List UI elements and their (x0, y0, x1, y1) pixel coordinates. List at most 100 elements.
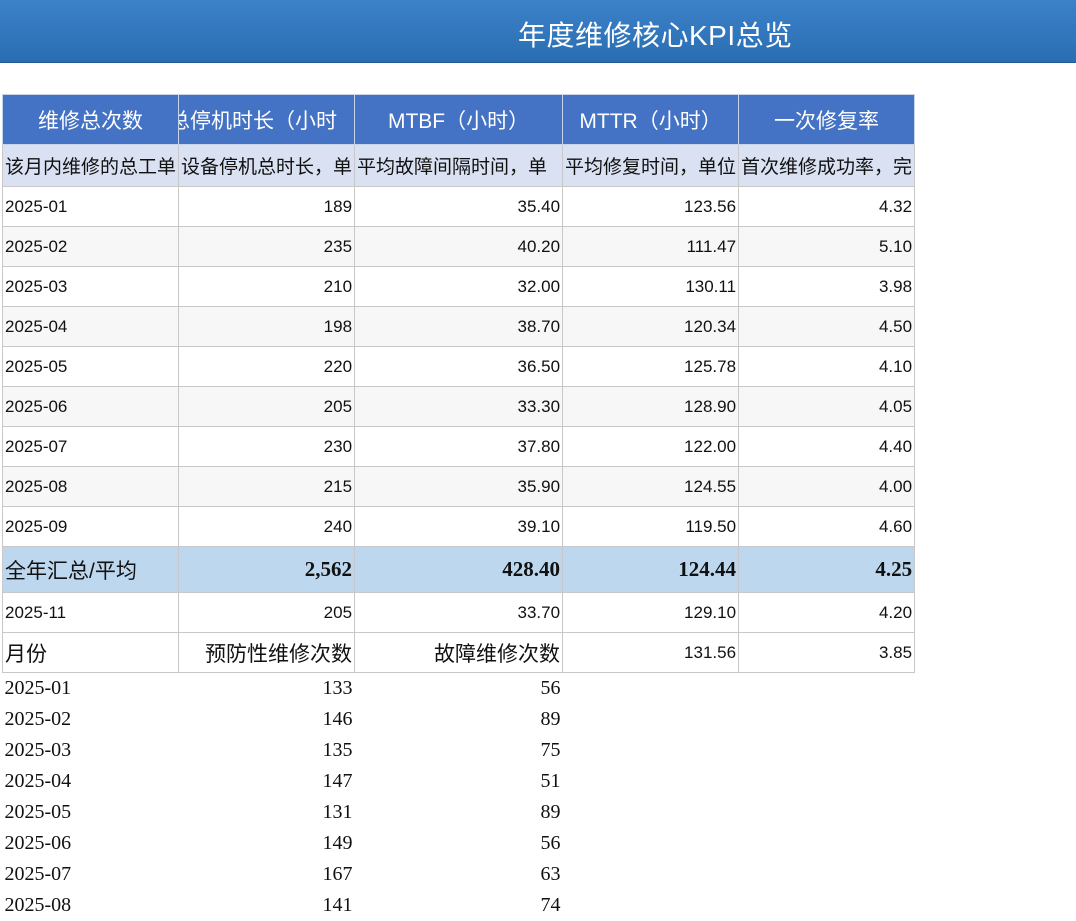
total-value-cell[interactable]: 124.44 (562, 546, 740, 593)
month-cell[interactable]: 2025-05 (1, 346, 180, 387)
preventive-count-cell[interactable]: 149 (179, 828, 355, 859)
value-cell[interactable]: 38.70 (354, 306, 564, 347)
value-cell[interactable]: 205 (178, 386, 356, 427)
month-cell[interactable]: 2025-08 (3, 890, 179, 921)
month-cell[interactable]: 2025-09 (1, 506, 180, 547)
empty-cell[interactable] (739, 797, 915, 828)
fault-count-cell[interactable]: 89 (355, 797, 563, 828)
fault-count-cell[interactable]: 74 (355, 890, 563, 921)
month-cell[interactable]: 2025-04 (1, 306, 180, 347)
value-cell[interactable]: 37.80 (354, 426, 564, 467)
desc-cell[interactable]: 首次维修成功率，完 (738, 144, 916, 187)
preventive-header-cell[interactable]: 预防性维修次数 (178, 632, 356, 673)
month-cell[interactable]: 2025-03 (3, 735, 179, 766)
header-cell-mttr[interactable]: MTTR（小时） (562, 94, 740, 145)
month-cell[interactable]: 2025-01 (3, 673, 179, 704)
value-cell[interactable]: 120.34 (562, 306, 740, 347)
value-cell[interactable]: 210 (178, 266, 356, 307)
value-cell[interactable]: 5.10 (738, 226, 916, 267)
month-cell[interactable]: 2025-07 (3, 859, 179, 890)
month-cell[interactable]: 2025-02 (3, 704, 179, 735)
empty-cell[interactable] (563, 797, 739, 828)
preventive-count-cell[interactable]: 141 (179, 890, 355, 921)
value-cell[interactable]: 111.47 (562, 226, 740, 267)
fault-header-cell[interactable]: 故障维修次数 (354, 632, 564, 673)
value-cell[interactable]: 4.10 (738, 346, 916, 387)
empty-cell[interactable] (563, 859, 739, 890)
month-cell[interactable]: 2025-05 (3, 797, 179, 828)
month-cell[interactable]: 2025-01 (1, 186, 180, 227)
value-cell[interactable]: 4.00 (738, 466, 916, 507)
desc-cell[interactable]: 设备停机总时长，单 (178, 144, 356, 187)
value-cell[interactable]: 40.20 (354, 226, 564, 267)
empty-cell[interactable] (739, 704, 915, 735)
header-cell-downtime[interactable]: 总停机时长（小时 (178, 94, 356, 145)
value-cell[interactable]: 3.85 (738, 632, 916, 673)
fault-count-cell[interactable]: 63 (355, 859, 563, 890)
value-cell[interactable]: 235 (178, 226, 356, 267)
empty-cell[interactable] (739, 766, 915, 797)
value-cell[interactable]: 33.70 (354, 592, 564, 633)
preventive-count-cell[interactable]: 131 (179, 797, 355, 828)
empty-cell[interactable] (739, 828, 915, 859)
month-cell[interactable]: 2025-04 (3, 766, 179, 797)
value-cell[interactable]: 36.50 (354, 346, 564, 387)
empty-cell[interactable] (563, 735, 739, 766)
value-cell[interactable]: 35.90 (354, 466, 564, 507)
desc-cell[interactable]: 平均故障间隔时间，单 (354, 144, 564, 187)
value-cell[interactable]: 125.78 (562, 346, 740, 387)
value-cell[interactable]: 198 (178, 306, 356, 347)
total-label-cell[interactable]: 全年汇总/平均 (1, 546, 180, 593)
fault-count-cell[interactable]: 75 (355, 735, 563, 766)
value-cell[interactable]: 123.56 (562, 186, 740, 227)
value-cell[interactable]: 130.11 (562, 266, 740, 307)
fault-count-cell[interactable]: 56 (355, 828, 563, 859)
value-cell[interactable]: 230 (178, 426, 356, 467)
month-cell[interactable]: 2025-06 (1, 386, 180, 427)
month-cell[interactable]: 2025-07 (1, 426, 180, 467)
empty-cell[interactable] (739, 735, 915, 766)
desc-cell[interactable]: 平均修复时间，单位 (562, 144, 740, 187)
value-cell[interactable]: 131.56 (562, 632, 740, 673)
preventive-count-cell[interactable]: 146 (179, 704, 355, 735)
header-cell-mtbf[interactable]: MTBF（小时） (354, 94, 564, 145)
value-cell[interactable]: 189 (178, 186, 356, 227)
value-cell[interactable]: 4.40 (738, 426, 916, 467)
empty-cell[interactable] (739, 859, 915, 890)
value-cell[interactable]: 129.10 (562, 592, 740, 633)
month-cell[interactable]: 2025-03 (1, 266, 180, 307)
value-cell[interactable]: 240 (178, 506, 356, 547)
empty-cell[interactable] (563, 890, 739, 921)
value-cell[interactable]: 4.32 (738, 186, 916, 227)
fault-count-cell[interactable]: 56 (355, 673, 563, 704)
value-cell[interactable]: 3.98 (738, 266, 916, 307)
month-cell[interactable]: 2025-02 (1, 226, 180, 267)
empty-cell[interactable] (739, 673, 915, 704)
empty-cell[interactable] (563, 673, 739, 704)
value-cell[interactable]: 4.60 (738, 506, 916, 547)
value-cell[interactable]: 35.40 (354, 186, 564, 227)
total-value-cell[interactable]: 2,562 (178, 546, 356, 593)
preventive-count-cell[interactable]: 133 (179, 673, 355, 704)
preventive-count-cell[interactable]: 135 (179, 735, 355, 766)
fault-count-cell[interactable]: 51 (355, 766, 563, 797)
preventive-count-cell[interactable]: 147 (179, 766, 355, 797)
empty-cell[interactable] (563, 828, 739, 859)
desc-cell[interactable]: 该月内维修的总工单 (1, 144, 180, 187)
month-cell[interactable]: 2025-08 (1, 466, 180, 507)
value-cell[interactable]: 33.30 (354, 386, 564, 427)
total-value-cell[interactable]: 428.40 (354, 546, 564, 593)
header-cell-first-fix-rate[interactable]: 一次修复率 (738, 94, 916, 145)
value-cell[interactable]: 220 (178, 346, 356, 387)
value-cell[interactable]: 124.55 (562, 466, 740, 507)
value-cell[interactable]: 4.05 (738, 386, 916, 427)
month-header-cell[interactable]: 月份 (1, 632, 180, 673)
value-cell[interactable]: 215 (178, 466, 356, 507)
empty-cell[interactable] (563, 704, 739, 735)
header-cell-total-repairs[interactable]: 维修总次数 (1, 94, 180, 145)
month-cell[interactable]: 2025-11 (1, 592, 180, 633)
value-cell[interactable]: 205 (178, 592, 356, 633)
value-cell[interactable]: 32.00 (354, 266, 564, 307)
empty-cell[interactable] (563, 766, 739, 797)
total-value-cell[interactable]: 4.25 (738, 546, 916, 593)
